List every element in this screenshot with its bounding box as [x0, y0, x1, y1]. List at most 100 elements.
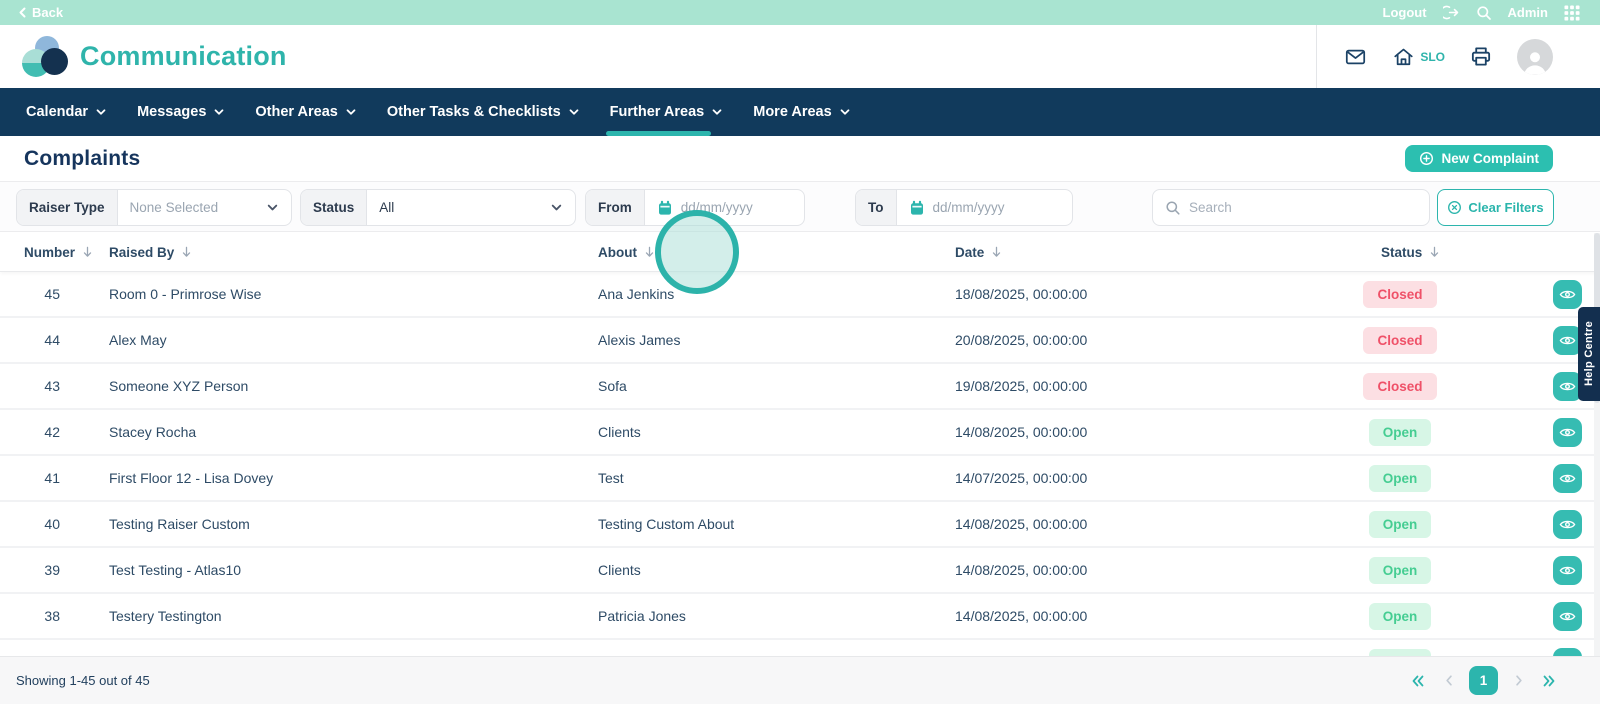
nav-item-further-areas[interactable]: Further Areas — [605, 88, 726, 136]
view-complaint-button[interactable] — [1553, 280, 1582, 309]
slo-label: SLO — [1420, 49, 1445, 64]
cell-number: 42 — [44, 424, 60, 440]
status-badge: Open — [1368, 418, 1432, 446]
cell-date: 20/08/2025, 00:00:00 — [955, 332, 1088, 348]
view-complaint-button[interactable] — [1553, 510, 1582, 539]
nav-item-more-areas[interactable]: More Areas — [751, 88, 852, 136]
app-title: Communication — [80, 41, 287, 71]
new-complaint-label: New Complaint — [1441, 151, 1539, 166]
sort-icon[interactable] — [1429, 246, 1440, 258]
app-logo-icon — [22, 35, 68, 78]
apps-grid-icon[interactable] — [1564, 4, 1580, 21]
calendar-icon — [657, 200, 673, 216]
nav-label: Further Areas — [609, 104, 705, 120]
complaints-page: Back Logout Admin Communication SLO Cale… — [0, 0, 1600, 704]
help-centre-tab[interactable]: Help Centre — [1578, 307, 1600, 401]
sort-icon[interactable] — [991, 246, 1002, 258]
search-field[interactable] — [1152, 189, 1430, 226]
cell-number: 44 — [44, 332, 60, 348]
table-row: 42 Stacey Rocha Clients 14/08/2025, 00:0… — [0, 410, 1600, 456]
logout-icon[interactable] — [1442, 4, 1460, 21]
messages-envelope-icon[interactable] — [1343, 46, 1368, 68]
view-complaint-button[interactable] — [1553, 464, 1582, 493]
pagination-footer: Showing 1-45 out of 45 1 — [0, 656, 1600, 704]
calendar-icon — [909, 200, 925, 216]
from-date-placeholder: dd/mm/yyyy — [680, 200, 753, 215]
date-to-field[interactable]: To dd/mm/yyyy — [855, 189, 1073, 226]
top-utility-bar: Back Logout Admin — [0, 0, 1600, 25]
print-icon[interactable] — [1469, 45, 1493, 68]
cell-date: 18/08/2025, 00:00:00 — [955, 286, 1088, 302]
cell-raised-by: Stacey Rocha — [109, 424, 197, 440]
current-page-button[interactable]: 1 — [1469, 666, 1498, 695]
cell-raised-by: Room 0 - Primrose Wise — [109, 286, 262, 302]
sort-icon[interactable] — [82, 246, 93, 258]
nav-item-other-areas[interactable]: Other Areas — [253, 88, 358, 136]
first-page-button[interactable] — [1407, 670, 1429, 692]
view-complaint-button[interactable] — [1553, 556, 1582, 585]
logout-link[interactable]: Logout — [1383, 5, 1427, 20]
table-header: Number Raised By About Date Status — [0, 232, 1600, 272]
app-header: Communication SLO — [0, 25, 1600, 88]
raiser-type-value: None Selected — [129, 200, 219, 215]
column-header-raised-by[interactable]: Raised By — [109, 245, 174, 260]
admin-menu[interactable]: Admin — [1508, 5, 1548, 20]
raiser-type-dropdown[interactable]: Raiser Type None Selected — [16, 189, 292, 226]
chevron-down-icon — [346, 109, 356, 115]
eye-icon — [1559, 428, 1576, 437]
cell-about: Testing Custom About — [598, 516, 735, 532]
view-complaint-button[interactable] — [1553, 418, 1582, 447]
cell-about: Alexis James — [598, 332, 681, 348]
clear-filters-button[interactable]: Clear Filters — [1437, 189, 1554, 226]
date-from-field[interactable]: From dd/mm/yyyy — [585, 189, 805, 226]
status-dropdown[interactable]: Status All — [300, 189, 576, 226]
table-row: 39 Test Testing - Atlas10 Clients 14/08/… — [0, 548, 1600, 594]
back-button[interactable]: Back — [18, 5, 63, 20]
table-row: 38 Testery Testington Patricia Jones 14/… — [0, 594, 1600, 640]
table-row: 40 Testing Raiser Custom Testing Custom … — [0, 502, 1600, 548]
previous-page-button[interactable] — [1438, 670, 1460, 692]
last-page-button[interactable] — [1538, 670, 1560, 692]
status-filter-label: Status — [301, 190, 368, 225]
status-badge: Closed — [1363, 326, 1437, 354]
nav-item-calendar[interactable]: Calendar — [24, 88, 109, 136]
pager: 1 — [1407, 666, 1560, 695]
column-header-date[interactable]: Date — [955, 245, 984, 260]
back-label: Back — [32, 5, 64, 20]
chevron-down-icon — [712, 109, 722, 115]
help-centre-label: Help Centre — [1583, 321, 1595, 387]
column-header-about[interactable]: About — [598, 245, 637, 260]
table-row: 43 Someone XYZ Person Sofa 19/08/2025, 0… — [0, 364, 1600, 410]
new-complaint-button[interactable]: New Complaint — [1405, 145, 1553, 172]
column-header-number[interactable]: Number — [24, 245, 75, 260]
showing-count: Showing 1-45 out of 45 — [16, 673, 150, 688]
nav-label: More Areas — [753, 104, 832, 120]
search-icon[interactable] — [1476, 5, 1492, 21]
eye-icon — [1559, 612, 1576, 621]
search-input[interactable] — [1189, 200, 1417, 215]
sort-icon[interactable] — [181, 246, 192, 258]
nav-item-messages[interactable]: Messages — [135, 88, 227, 136]
vertical-scrollbar[interactable] — [1594, 233, 1600, 656]
user-avatar[interactable] — [1517, 38, 1553, 75]
cell-date: 14/08/2025, 00:00:00 — [955, 608, 1088, 624]
cell-about: Patricia Jones — [598, 608, 686, 624]
view-complaint-button[interactable] — [1553, 602, 1582, 631]
home-icon[interactable]: SLO — [1392, 46, 1445, 68]
sort-icon[interactable] — [644, 246, 655, 258]
next-page-button[interactable] — [1507, 670, 1529, 692]
filter-bar: Raiser Type None Selected Status All Fro… — [0, 182, 1600, 232]
eye-icon — [1559, 382, 1576, 391]
cell-about: Clients — [598, 424, 641, 440]
cell-raised-by: Test Testing - Atlas10 — [109, 562, 242, 578]
cell-raised-by: Testery Testington — [109, 608, 222, 624]
status-badge: Closed — [1363, 280, 1437, 308]
status-badge: Open — [1368, 556, 1432, 584]
column-header-status[interactable]: Status — [1381, 245, 1422, 260]
cell-raised-by: Someone XYZ Person — [109, 378, 249, 394]
raiser-type-label: Raiser Type — [17, 190, 118, 225]
search-icon — [1166, 200, 1180, 215]
brand: Communication — [22, 35, 287, 78]
nav-item-other-tasks-checklists[interactable]: Other Tasks & Checklists — [385, 88, 582, 136]
eye-icon — [1559, 520, 1576, 529]
